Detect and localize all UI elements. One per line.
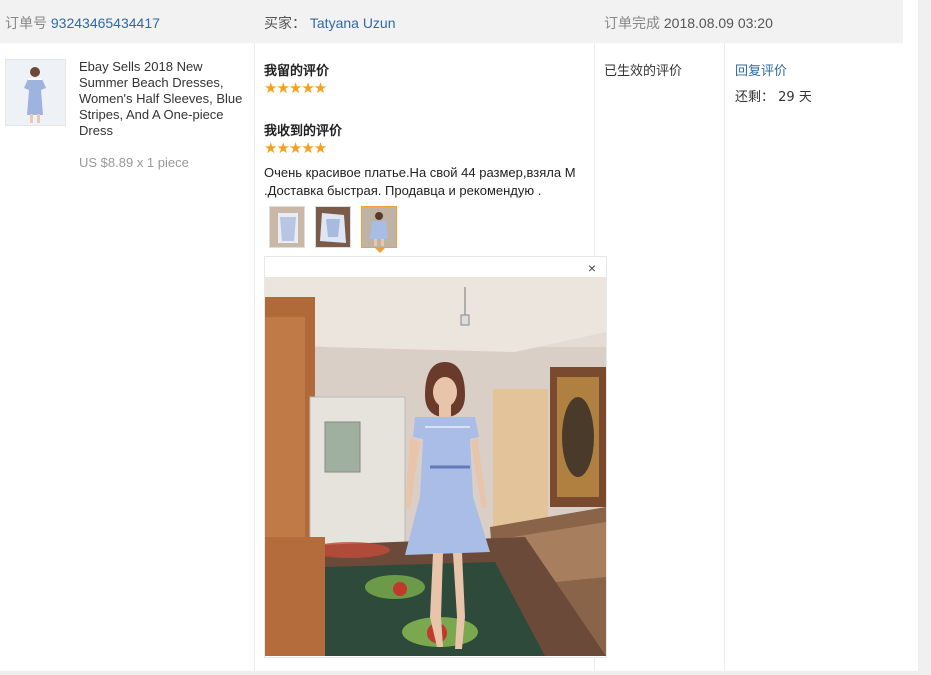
buyer-label: 买家： bbox=[264, 15, 306, 31]
remaining-value: 29 天 bbox=[778, 90, 812, 105]
feedback-photo-large bbox=[265, 277, 606, 656]
column-divider bbox=[724, 43, 725, 671]
product-title-link[interactable]: Ebay Sells 2018 New Summer Beach Dresses… bbox=[79, 59, 244, 139]
feedback-photo-thumbnail[interactable] bbox=[315, 206, 351, 248]
buyer-name-link[interactable]: Tatyana Uzun bbox=[310, 15, 396, 31]
given-feedback-label: 我留的评价 bbox=[264, 64, 330, 79]
order-header: 订单号 93243465434417 买家： Tatyana Uzun 订单完成… bbox=[0, 0, 903, 43]
received-rating-stars: ★★★★★ bbox=[264, 140, 327, 157]
feedback-photo-thumbnail-selected[interactable] bbox=[361, 206, 397, 248]
product-price: US $8.89 x 1 piece bbox=[79, 155, 189, 170]
feedback-status: 已生效的评价 bbox=[604, 64, 683, 79]
reply-feedback-link[interactable]: 回复评价 bbox=[735, 60, 787, 79]
close-icon[interactable]: × bbox=[588, 260, 596, 276]
order-completed: 订单完成 2018.08.09 03:20 bbox=[604, 13, 773, 33]
scrollbar[interactable] bbox=[918, 0, 931, 675]
order-row: Ebay Sells 2018 New Summer Beach Dresses… bbox=[0, 43, 903, 671]
received-feedback-label: 我收到的评价 bbox=[264, 124, 343, 139]
given-rating-stars: ★★★★★ bbox=[264, 80, 327, 97]
order-number: 订单号 93243465434417 bbox=[5, 13, 160, 33]
remaining-label: 还剩： bbox=[735, 90, 775, 105]
product-thumbnail[interactable] bbox=[5, 59, 66, 126]
remaining-time: 还剩： 29 天 bbox=[735, 86, 812, 105]
photo-viewer: × bbox=[264, 256, 607, 658]
feedback-photo-thumbnail[interactable] bbox=[269, 206, 305, 248]
completed-time: 2018.08.09 03:20 bbox=[663, 15, 773, 31]
row-separator bbox=[0, 671, 918, 675]
column-divider bbox=[254, 43, 255, 671]
order-number-link[interactable]: 93243465434417 bbox=[51, 15, 160, 31]
completed-label: 订单完成 bbox=[604, 15, 660, 31]
order-number-label: 订单号 bbox=[5, 15, 47, 31]
selected-photo-pointer bbox=[374, 247, 386, 253]
buyer-info: 买家： Tatyana Uzun bbox=[264, 13, 396, 33]
feedback-comment: Очень красивое платье.На свой 44 размер,… bbox=[264, 165, 576, 198]
